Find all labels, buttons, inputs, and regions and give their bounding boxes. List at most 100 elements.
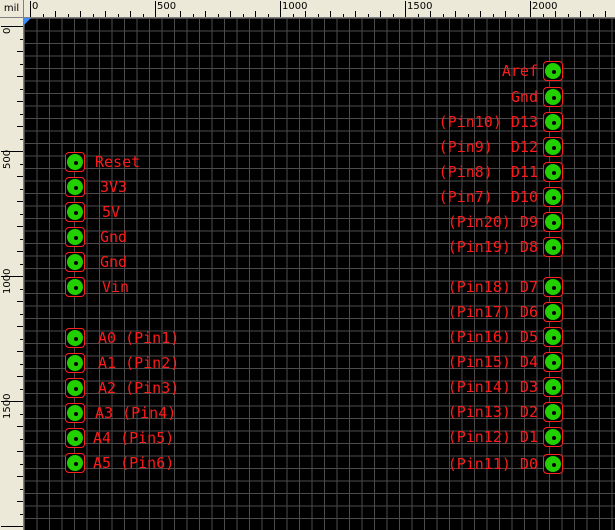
pad-copper-ring <box>67 430 83 446</box>
ruler-tick <box>417 14 419 17</box>
pad-drill-hole <box>551 145 557 151</box>
pad-copper-ring <box>67 405 83 421</box>
right-pin-label: (Pin14) D3 <box>447 378 538 396</box>
ruler-tick <box>117 14 119 17</box>
right-pin-label: (Pin12) D1 <box>447 428 538 446</box>
pad[interactable] <box>543 112 563 132</box>
ruler-tick <box>17 501 23 502</box>
ruler-tick <box>20 88 23 90</box>
pad[interactable] <box>65 227 85 247</box>
pad[interactable] <box>543 352 563 372</box>
pad[interactable] <box>543 454 563 474</box>
horizontal-ruler[interactable]: 0 500 1000 1500 2000 <box>24 0 615 18</box>
ruler-tick <box>130 11 131 17</box>
pad-copper-ring <box>545 214 561 230</box>
pad[interactable] <box>65 428 85 448</box>
pad-drill-hole <box>73 285 79 291</box>
pad-drill-hole <box>73 386 79 392</box>
ruler-tick <box>530 1 531 17</box>
ruler-tick <box>242 14 244 17</box>
pad[interactable] <box>543 277 563 297</box>
pad[interactable] <box>543 212 563 232</box>
pad-copper-ring <box>545 379 561 395</box>
ruler-tick <box>30 1 31 17</box>
right-pin-label: (Pin20) D9 <box>447 213 538 231</box>
pad-drill-hole <box>73 260 79 266</box>
pad[interactable] <box>543 302 563 322</box>
pad-drill-hole <box>73 336 79 342</box>
ruler-tick <box>567 14 569 17</box>
right-pin-label: (Pin15) D4 <box>447 353 538 371</box>
pad-copper-ring <box>67 380 83 396</box>
ruler-tick <box>292 14 294 17</box>
pad-drill-hole <box>551 220 557 226</box>
ruler-tick <box>17 76 23 77</box>
pad[interactable] <box>543 327 563 347</box>
pad-copper-ring <box>67 179 83 195</box>
pad-copper-ring <box>67 154 83 170</box>
pad[interactable] <box>65 453 85 473</box>
ruler-tick <box>517 14 519 17</box>
ruler-tick <box>55 11 56 17</box>
left-pin-label: A1 (Pin2) <box>98 354 180 372</box>
ruler-tick <box>20 63 23 65</box>
pad-drill-hole <box>551 435 557 441</box>
ruler-tick <box>267 14 269 17</box>
pad[interactable] <box>543 427 563 447</box>
ruler-tick <box>17 176 23 177</box>
pad[interactable] <box>65 152 85 172</box>
pad-drill-hole <box>551 285 557 291</box>
ruler-x-label: 1500 <box>407 1 433 12</box>
pad-drill-hole <box>73 235 79 241</box>
pad[interactable] <box>543 377 563 397</box>
pad[interactable] <box>543 87 563 107</box>
ruler-tick <box>167 14 169 17</box>
pad-drill-hole <box>551 360 557 366</box>
pad[interactable] <box>543 162 563 182</box>
pad-copper-ring <box>545 354 561 370</box>
ruler-tick <box>17 201 23 202</box>
left-pin-label: 5V <box>102 203 121 221</box>
pad-copper-ring <box>545 189 561 205</box>
pad[interactable] <box>543 402 563 422</box>
ruler-tick <box>205 11 206 17</box>
ruler-tick <box>92 14 94 17</box>
vertical-ruler[interactable]: 0 500 1000 1500 <box>0 18 24 530</box>
pad[interactable] <box>65 277 85 297</box>
ruler-tick <box>42 14 44 17</box>
left-pin-label: 3V3 <box>100 178 128 196</box>
pad[interactable] <box>543 187 563 207</box>
pad[interactable] <box>65 252 85 272</box>
ruler-tick <box>330 11 331 17</box>
pcb-canvas[interactable]: Reset 3V3 5V Gnd Gnd Vin A0 (Pin1) A1 (Pin2) A2 … <box>24 18 615 530</box>
ruler-tick <box>20 313 23 315</box>
pad-drill-hole <box>551 95 557 101</box>
pad-copper-ring <box>545 239 561 255</box>
ruler-tick <box>17 126 23 127</box>
pad-copper-ring <box>67 204 83 220</box>
left-pin-label: A0 (Pin1) <box>98 329 180 347</box>
pad[interactable] <box>65 353 85 373</box>
pad-copper-ring <box>545 89 561 105</box>
pad[interactable] <box>543 237 563 257</box>
ruler-tick <box>80 11 81 17</box>
ruler-tick <box>392 14 394 17</box>
ruler-tick <box>20 463 23 465</box>
ruler-tick <box>230 11 231 17</box>
pad[interactable] <box>65 378 85 398</box>
pad-copper-ring <box>67 254 83 270</box>
pad-copper-ring <box>545 164 561 180</box>
ruler-tick <box>17 426 23 427</box>
ruler-tick <box>380 11 381 17</box>
pad[interactable] <box>65 177 85 197</box>
right-pin-label: Aref <box>501 62 538 80</box>
ruler-tick <box>492 14 494 17</box>
pad[interactable] <box>65 328 85 348</box>
pad[interactable] <box>543 61 563 81</box>
pad[interactable] <box>543 137 563 157</box>
pad[interactable] <box>65 403 85 423</box>
ruler-tick <box>20 263 23 265</box>
pad[interactable] <box>65 202 85 222</box>
pad-drill-hole <box>551 170 557 176</box>
pad-copper-ring <box>67 455 83 471</box>
